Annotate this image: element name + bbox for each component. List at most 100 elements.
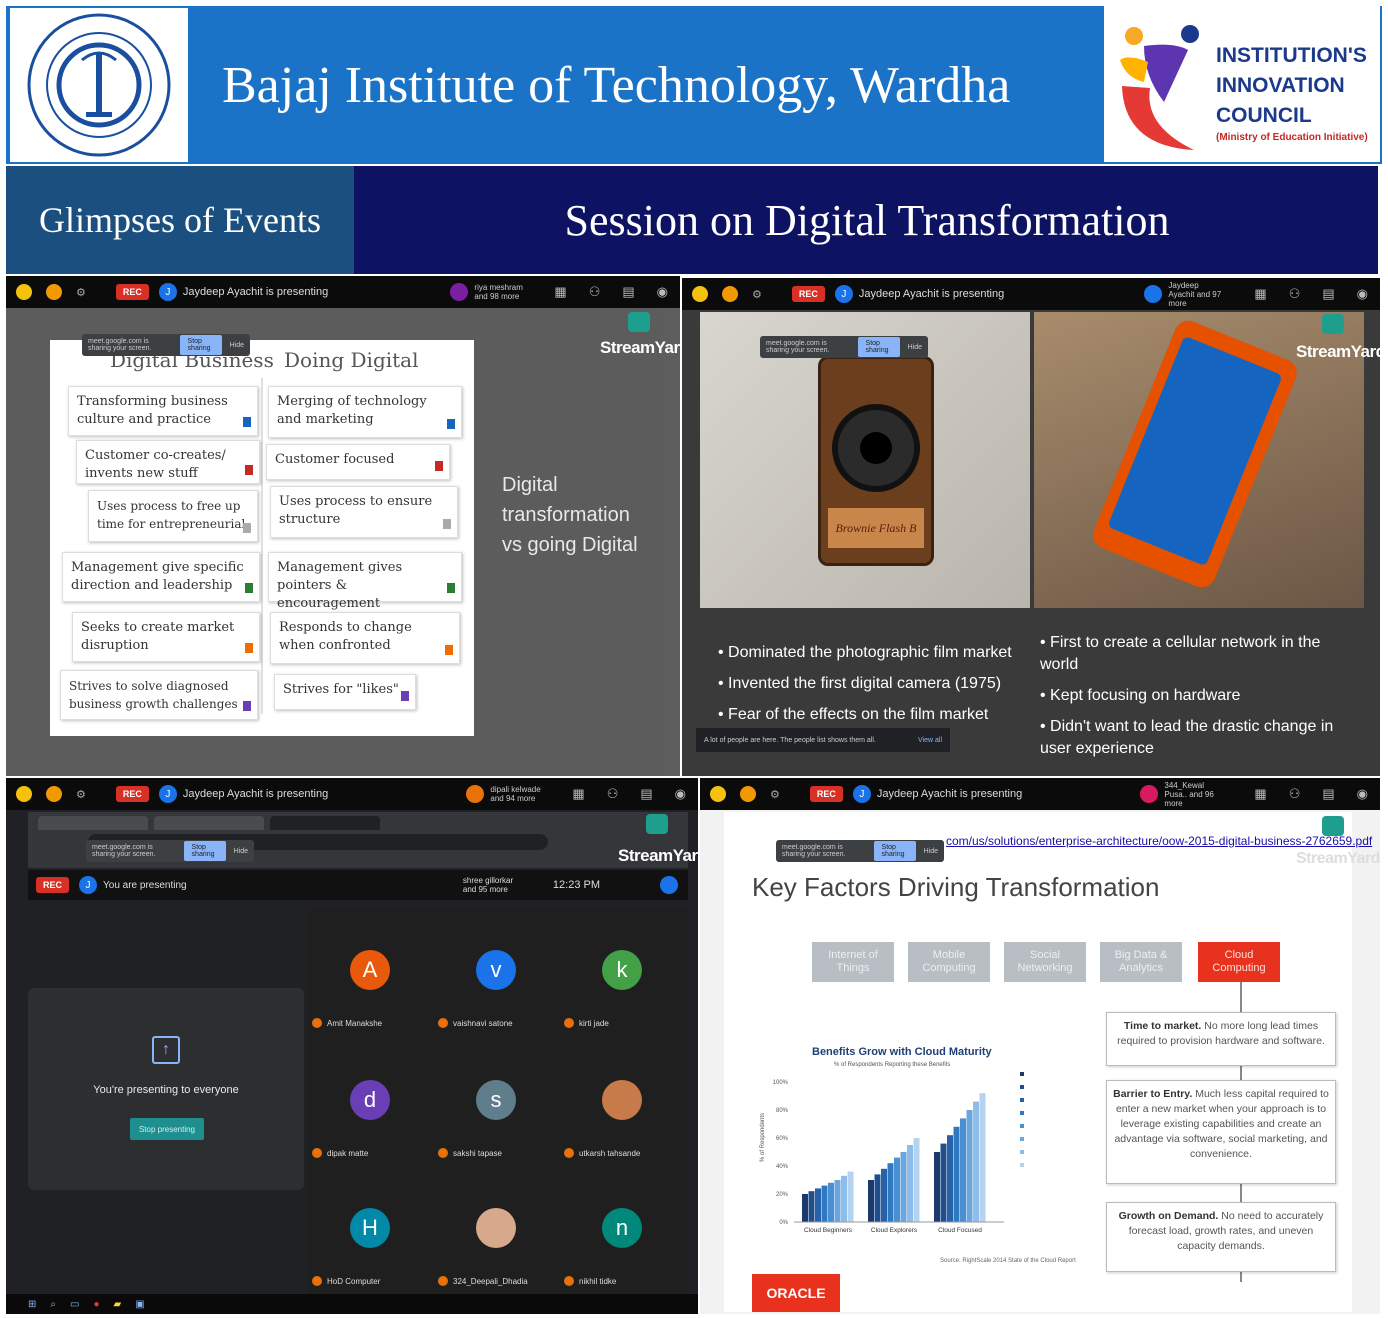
- hide-link[interactable]: Hide: [234, 848, 248, 855]
- person-raise-hand-icon[interactable]: [46, 786, 62, 802]
- chart-bar: [802, 1194, 808, 1222]
- account-icon[interactable]: ◉: [1357, 786, 1368, 802]
- participants-more[interactable]: Jaydeep Ayachit and 97 more: [1144, 281, 1224, 308]
- tech-box-mobile: Mobile Computing: [908, 942, 990, 982]
- stop-sharing-button[interactable]: Stop sharing: [183, 841, 226, 861]
- card-col1-1: Transforming business culture and practi…: [68, 386, 258, 436]
- tech-box-social: Social Networking: [1004, 942, 1086, 982]
- account-icon[interactable]: ◉: [675, 786, 686, 802]
- participants-more[interactable]: riya meshram and 98 more: [450, 283, 524, 301]
- panel-meet-screen-share: ⚙ REC J Jaydeep Ayachit is presenting di…: [6, 778, 698, 1314]
- chart-bar: [966, 1110, 973, 1222]
- qr-icon[interactable]: ▦: [1254, 786, 1266, 802]
- thumbs-up-icon[interactable]: [710, 786, 726, 802]
- inner-presenting-label: You are presenting: [103, 879, 187, 891]
- participant-avatar[interactable]: n: [602, 1208, 642, 1248]
- card-col1-3: Uses process to free up time for entrepr…: [88, 490, 258, 542]
- presenter-avatar: J: [158, 785, 177, 803]
- chart-bar: [874, 1174, 881, 1222]
- chrome-icon[interactable]: ●: [93, 1299, 99, 1310]
- glimpses-tag: Glimpses of Events: [6, 166, 354, 274]
- mic-muted-icon: [312, 1148, 322, 1158]
- stop-sharing-button[interactable]: Stop sharing: [873, 841, 916, 861]
- inner-more[interactable]: shree gillorkar and 95 more: [463, 876, 523, 894]
- chart-y-tick: 0%: [779, 1220, 788, 1226]
- presenting-label: Jaydeep Ayachit is presenting: [858, 288, 1005, 300]
- settings-icon[interactable]: ⚙: [76, 286, 86, 299]
- qr-icon[interactable]: ▦: [554, 284, 566, 300]
- stop-sharing-button[interactable]: Stop sharing: [857, 337, 900, 357]
- task-view-icon[interactable]: ▭: [70, 1299, 79, 1310]
- windows-start-icon[interactable]: ⊞: [28, 1299, 36, 1310]
- participant-avatar[interactable]: H: [350, 1208, 390, 1248]
- chart-bar: [900, 1152, 907, 1222]
- hide-link[interactable]: Hide: [924, 848, 938, 855]
- browser-tab[interactable]: [38, 816, 148, 830]
- chart-bar: [934, 1152, 940, 1222]
- col2-title: Doing Digital: [284, 348, 419, 372]
- iic-logo: INSTITUTION'S INNOVATION COUNCIL (Minist…: [1104, 6, 1380, 162]
- person-raise-hand-icon[interactable]: [740, 786, 756, 802]
- account-icon[interactable]: ◉: [657, 284, 668, 300]
- chart-bar: [940, 1143, 947, 1222]
- participants-more-text: 344_Kewal Pusa.. and 96 more: [1164, 780, 1214, 808]
- thumbs-up-icon[interactable]: [16, 786, 32, 802]
- card-col1-4: Management give specific direction and l…: [62, 552, 260, 602]
- mic-muted-icon: [312, 1276, 322, 1286]
- kodak-bullet-1: Dominated the photographic film market: [728, 644, 1012, 661]
- chart-bar: [953, 1126, 960, 1222]
- card-col1-6: Strives to solve diagnosed business grow…: [60, 670, 258, 720]
- folder-icon[interactable]: ▰: [114, 1299, 122, 1310]
- people-icon[interactable]: ⚇: [1289, 286, 1301, 302]
- participant-avatar[interactable]: v: [476, 950, 516, 990]
- thumbs-up-icon[interactable]: [692, 286, 708, 302]
- browser-tab-active[interactable]: [270, 816, 380, 830]
- chart-bar: [815, 1188, 821, 1222]
- person-raise-hand-icon[interactable]: [46, 284, 62, 300]
- chart-bar: [821, 1185, 828, 1222]
- participants-more[interactable]: 344_Kewal Pusa.. and 96 more: [1140, 781, 1224, 808]
- browser-tab[interactable]: [154, 816, 264, 830]
- participant-avatar[interactable]: A: [350, 950, 390, 990]
- settings-icon[interactable]: ⚙: [770, 788, 780, 801]
- mic-muted-icon: [564, 1018, 574, 1028]
- chat-icon[interactable]: ▤: [1322, 786, 1334, 802]
- search-icon[interactable]: ⌕: [50, 1299, 56, 1310]
- participant-avatar[interactable]: s: [476, 1080, 516, 1120]
- present-screen-icon: ↑: [152, 1036, 180, 1064]
- stop-presenting-button[interactable]: Stop presenting: [130, 1118, 204, 1140]
- benefit-card-growth: Growth on Demand. No need to accurately …: [1106, 1202, 1336, 1272]
- nokia-bullet-2: Kept focusing on hardware: [1050, 687, 1241, 704]
- store-icon[interactable]: ▣: [135, 1299, 144, 1310]
- chart-legend-marker: [1020, 1098, 1024, 1102]
- participant-avatar[interactable]: d: [350, 1080, 390, 1120]
- people-icon[interactable]: ⚇: [1289, 786, 1301, 802]
- participants-more-text: riya meshram and 98 more: [474, 283, 523, 301]
- hide-link[interactable]: Hide: [908, 344, 922, 351]
- meet-topbar: ⚙ REC J Jaydeep Ayachit is presenting Ja…: [682, 278, 1380, 310]
- qr-icon[interactable]: ▦: [1254, 286, 1266, 302]
- settings-icon[interactable]: ⚙: [752, 288, 762, 301]
- thumbs-up-icon[interactable]: [16, 284, 32, 300]
- chat-icon[interactable]: ▤: [640, 786, 652, 802]
- participant-avatar[interactable]: k: [602, 950, 642, 990]
- chart-bar: [808, 1191, 815, 1222]
- chat-icon[interactable]: ▤: [622, 284, 634, 300]
- settings-icon[interactable]: ⚙: [76, 788, 86, 801]
- inner-account-icon[interactable]: [660, 876, 678, 894]
- hide-link[interactable]: Hide: [230, 342, 244, 349]
- people-icon[interactable]: ⚇: [607, 786, 619, 802]
- panel-meet-slide-kodak-nokia: ⚙ REC J Jaydeep Ayachit is presenting Ja…: [682, 278, 1380, 776]
- person-raise-hand-icon[interactable]: [722, 286, 738, 302]
- participant-avatar[interactable]: [602, 1080, 642, 1120]
- people-icon[interactable]: ⚇: [589, 284, 601, 300]
- qr-icon[interactable]: ▦: [572, 786, 584, 802]
- pdf-url-link[interactable]: com/us/solutions/enterprise-architecture…: [946, 834, 1372, 848]
- view-all-link[interactable]: View all: [918, 737, 942, 744]
- account-icon[interactable]: ◉: [1357, 286, 1368, 302]
- participants-more[interactable]: dipali kelwade and 94 more: [466, 785, 542, 803]
- participant-avatar[interactable]: [476, 1208, 516, 1248]
- clock: 12:23 PM: [552, 879, 600, 891]
- chat-icon[interactable]: ▤: [1322, 286, 1334, 302]
- stop-sharing-button[interactable]: Stop sharing: [179, 335, 222, 355]
